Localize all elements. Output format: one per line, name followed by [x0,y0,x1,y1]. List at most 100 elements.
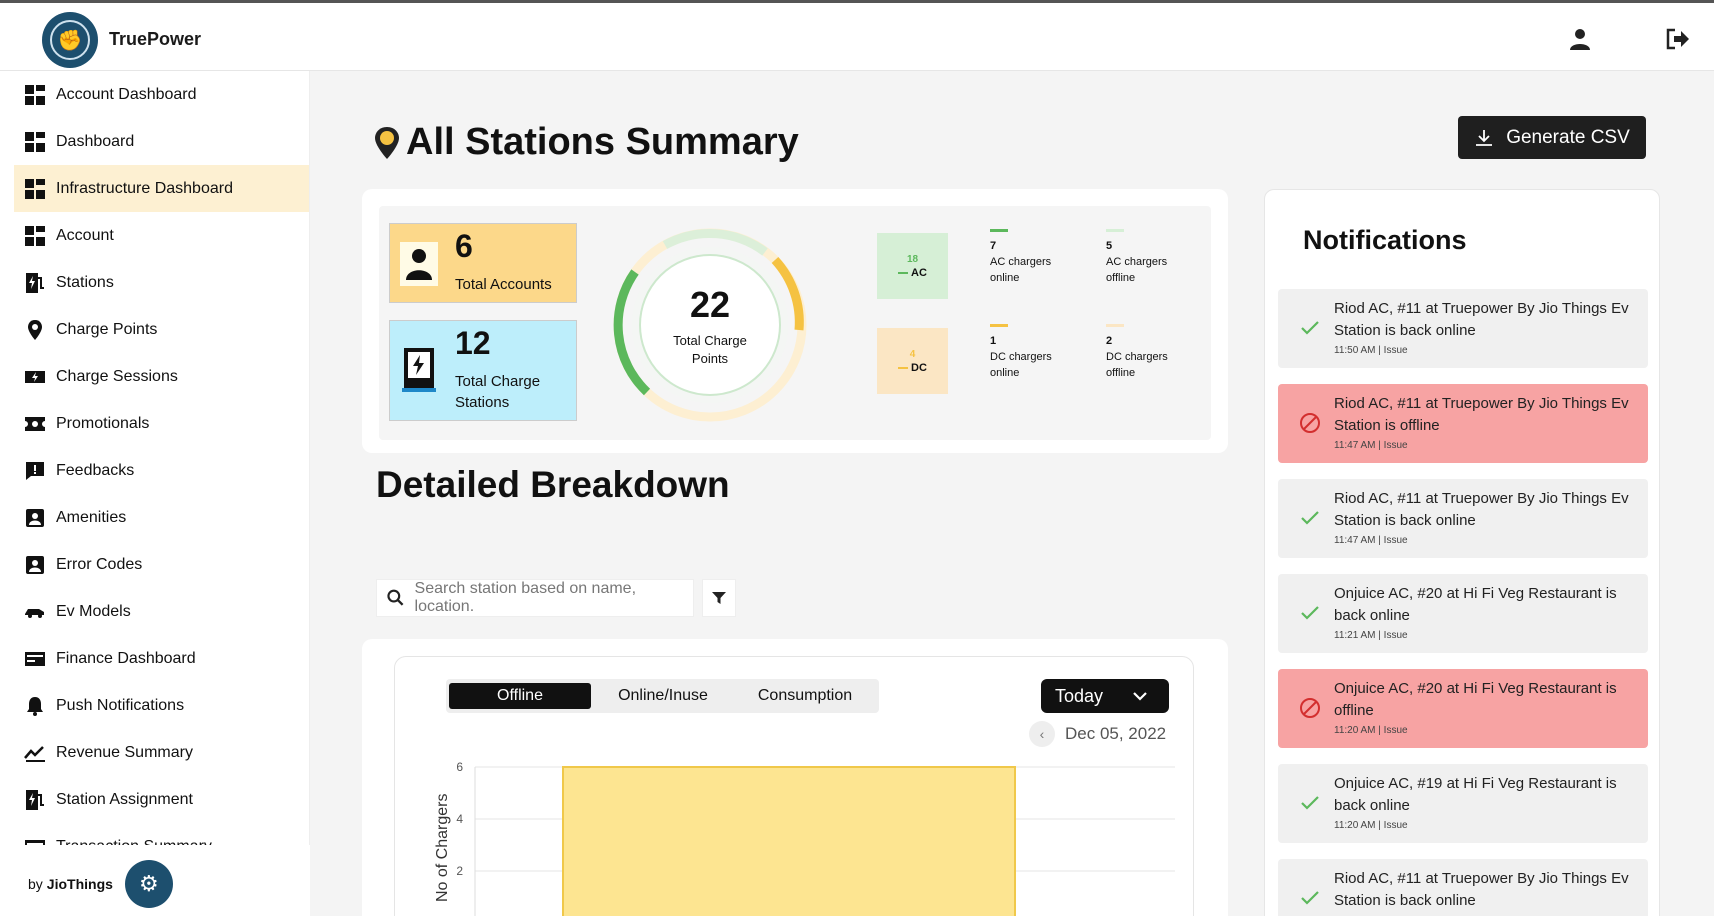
truepower-logo[interactable]: ✊ [42,12,98,68]
notification-item[interactable]: Onjuice AC, #20 at Hi Fi Veg Restaurant … [1278,574,1648,653]
sidebar-item-station-assignment[interactable]: Station Assignment [14,776,309,823]
generate-csv-label: Generate CSV [1506,126,1630,148]
finance-icon [24,836,46,845]
sidebar-item-charge-points[interactable]: Charge Points [14,306,309,353]
notification-text: Onjuice AC, #20 at Hi Fi Veg Restaurant … [1334,680,1617,719]
filter-button[interactable] [702,579,736,617]
chevron-down-icon [1133,692,1147,701]
notifications-panel: Notifications Riod AC, #11 at Truepower … [1264,189,1660,916]
station-search-input[interactable]: Search station based on name, location. [376,579,694,617]
tab-consumption[interactable]: Consumption [735,683,875,709]
notification-item[interactable]: Riod AC, #11 at Truepower By Jio Things … [1278,859,1648,916]
checkmark-icon [1298,506,1322,530]
dc-online-count: 1 [990,335,997,347]
sidebar: Account Dashboard Dashboard Infrastructure… [14,71,310,845]
offline-icon [1298,696,1322,720]
checkmark-icon [1298,316,1322,340]
ac-label: AC [911,266,927,279]
sidebar-item-charge-sessions[interactable]: Charge Sessions [14,353,309,400]
sidebar-item-label: Infrastructure Dashboard [56,179,233,197]
notification-item[interactable]: Riod AC, #11 at Truepower By Jio Things … [1278,289,1648,368]
sidebar-item-label: Push Notifications [56,696,185,714]
sidebar-item-label: Error Codes [56,555,143,573]
sidebar-item-label: Account [56,226,114,244]
notification-meta: 11:21 AM | Issue [1334,630,1408,641]
revenue-icon [24,742,46,764]
sidebar-item-account[interactable]: Account [14,212,309,259]
sidebar-item-label: Feedbacks [56,461,135,479]
sidebar-item-label: Charge Points [56,320,158,338]
checkmark-icon [1298,886,1322,910]
notification-meta: 11:47 AM | Issue [1334,440,1408,451]
tab-online-inuse[interactable]: Online/Inuse [591,683,735,709]
total-accounts-card[interactable]: 6 Total Accounts [389,223,577,303]
session-icon [24,366,46,388]
sidebar-item-label: Amenities [56,508,127,526]
sidebar-item-stations[interactable]: Stations [14,259,309,306]
sidebar-item-error-codes[interactable]: Error Codes [14,541,309,588]
finance-icon [24,648,46,670]
tab-offline[interactable]: Offline [449,683,591,709]
ac-online-label: AC chargers online [990,256,1052,284]
sidebar-item-ev-models[interactable]: Ev Models [14,588,309,635]
dc-offline-stat: 2 DC chargers offline [1106,324,1186,381]
feedback-icon [24,460,46,482]
notification-text: Riod AC, #11 at Truepower By Jio Things … [1334,395,1629,434]
sidebar-item-dashboard[interactable]: Dashboard [14,118,309,165]
dc-type-box: 4 DC [877,328,948,394]
total-stations-card[interactable]: 12 Total Charge Stations [389,320,577,421]
station-icon [24,272,46,294]
notification-item[interactable]: Onjuice AC, #19 at Hi Fi Veg Restaurant … [1278,764,1648,843]
detailed-breakdown-title: Detailed Breakdown [376,464,730,505]
breakdown-chart-card: Offline Online/Inuse Consumption Today ‹… [362,639,1228,916]
sidebar-item-finance-dashboard[interactable]: Finance Dashboard [14,635,309,682]
period-value: Today [1055,685,1104,706]
dc-label: DC [911,361,927,374]
brand-name: TruePower [109,29,202,49]
dc-online-label: DC chargers online [990,351,1052,379]
offline-icon [1298,411,1322,435]
sidebar-item-promotionals[interactable]: Promotionals [14,400,309,447]
notification-text: Onjuice AC, #19 at Hi Fi Veg Restaurant … [1334,775,1617,814]
sidebar-item-transaction-summary[interactable]: Transaction Summary [14,823,309,845]
sidebar-item-infrastructure-dashboard[interactable]: Infrastructure Dashboard [14,165,309,212]
chevron-left-icon[interactable]: ‹ [1029,721,1055,747]
sidebar-item-label: Transaction Summary [56,838,212,846]
period-dropdown[interactable]: Today [1041,679,1169,713]
notification-item[interactable]: Riod AC, #11 at Truepower By Jio Things … [1278,479,1648,558]
ac-offline-count: 5 [1106,240,1113,252]
checkmark-icon [1298,791,1322,815]
dc-offline-label: DC chargers offline [1106,351,1168,379]
user-icon[interactable] [1566,25,1594,53]
charging-station-icon [400,347,438,392]
generate-csv-button[interactable]: Generate CSV [1458,116,1646,159]
sidebar-item-revenue-summary[interactable]: Revenue Summary [14,729,309,776]
chart-bar[interactable] [562,766,1016,916]
sidebar-item-label: Dashboard [56,132,135,150]
sidebar-item-label: Stations [56,273,114,291]
logout-icon[interactable] [1664,25,1692,53]
dashboard-icon [24,178,46,200]
main-content: All Stations Summary Generate CSV 6 Tota… [310,71,1714,916]
sidebar-item-label: Finance Dashboard [56,649,196,667]
sidebar-item-feedbacks[interactable]: Feedbacks [14,447,309,494]
notification-item[interactable]: Onjuice AC, #20 at Hi Fi Veg Restaurant … [1278,669,1648,748]
ac-type-box: 18 AC [877,233,948,299]
sidebar-item-label: Charge Sessions [56,367,178,385]
dashboard-icon [24,84,46,106]
total-stations-label: Total Charge Stations [455,373,541,411]
footer-brand: by JioThings ⚙ [14,851,278,916]
sidebar-item-label: Promotionals [56,414,150,432]
dc-count: 4 [909,348,916,360]
sidebar-item-push-notifications[interactable]: Push Notifications [14,682,309,729]
y-tick-label: 2 [456,864,463,878]
notification-item[interactable]: Riod AC, #11 at Truepower By Jio Things … [1278,384,1648,463]
sidebar-item-account-dashboard[interactable]: Account Dashboard [14,71,309,118]
y-tick-label: 4 [456,812,463,826]
sidebar-item-amenities[interactable]: Amenities [14,494,309,541]
location-pin-icon [375,126,399,159]
dashboard-icon [24,131,46,153]
ticket-icon [24,413,46,435]
notification-text: Onjuice AC, #20 at Hi Fi Veg Restaurant … [1334,585,1617,624]
dc-online-stat: 1 DC chargers online [990,324,1070,381]
